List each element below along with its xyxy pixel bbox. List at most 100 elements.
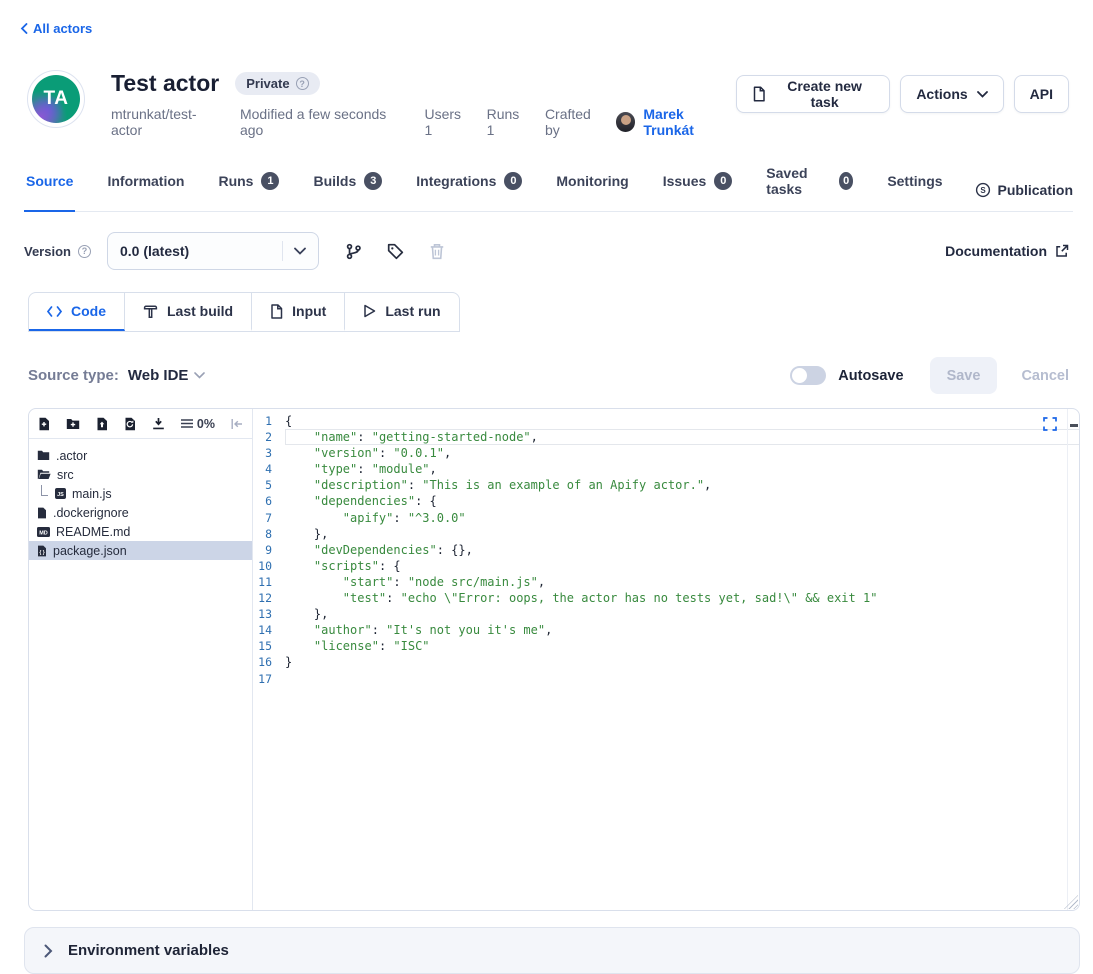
tab-label: Builds [313,173,356,189]
line-number: 1 [253,413,285,429]
code-text: "test": "echo \"Error: oops, the actor h… [285,590,1079,606]
version-help-icon[interactable]: ? [78,245,91,258]
subtab-input[interactable]: Input [252,293,345,331]
actions-button[interactable]: Actions [900,75,1003,113]
line-number: 6 [253,493,285,509]
runs-count: Runs 1 [487,106,530,138]
tab-builds[interactable]: Builds3 [311,165,384,212]
help-icon[interactable]: ? [296,77,309,90]
tab-label: Monitoring [556,173,628,189]
file-tree-item-src[interactable]: src [29,465,252,484]
create-new-task-button[interactable]: Create new task [736,75,890,113]
code-line[interactable]: 8 }, [253,526,1079,542]
code-line[interactable]: 17 [253,671,1079,687]
list-icon [181,419,193,429]
code-line[interactable]: 11 "start": "node src/main.js", [253,574,1079,590]
code-line[interactable]: 1{ [253,413,1079,429]
tab-label: Settings [887,173,942,189]
collapse-panel-button[interactable] [231,419,243,429]
users-count: Users 1 [425,106,472,138]
tab-settings[interactable]: Settings [885,165,944,212]
tab-monitoring[interactable]: Monitoring [554,165,630,212]
file-tree-item-readme-md[interactable]: MDREADME.md [29,522,252,541]
actions-label: Actions [916,86,967,102]
code-line[interactable]: 14 "author": "It's not you it's me", [253,622,1079,638]
code-line[interactable]: 7 "apify": "^3.0.0" [253,510,1079,526]
file-tree-item-dockerignore[interactable]: .dockerignore [29,503,252,522]
hammer-icon [143,304,158,319]
tab-runs[interactable]: Runs1 [216,165,281,212]
version-row: Version ? 0.0 (latest) Documentation [24,232,1069,270]
subtab-last-run[interactable]: Last run [345,293,458,331]
git-branch-button[interactable] [345,243,362,260]
delete-version-button[interactable] [429,243,445,260]
tab-issues[interactable]: Issues0 [661,165,735,212]
subtab-label: Code [71,303,106,319]
back-link-all-actors[interactable]: All actors [20,21,92,36]
tab-saved-tasks[interactable]: Saved tasks0 [764,165,855,212]
api-button[interactable]: API [1014,75,1069,113]
upload-file-button[interactable] [96,417,108,431]
source-type-bar: Source type: Web IDE Autosave Save Cance… [28,357,1069,394]
author-link[interactable]: Marek Trunkát [643,106,736,138]
code-text: }, [285,526,1079,542]
file-tree-item-package-json[interactable]: { }package.json [29,541,252,560]
autosave-toggle[interactable] [790,366,826,385]
code-text: "version": "0.0.1", [285,445,1079,461]
new-folder-button[interactable] [66,418,80,430]
tab-integrations[interactable]: Integrations0 [414,165,524,212]
download-button[interactable] [152,417,165,430]
file-name: src [57,468,74,482]
tab-source[interactable]: Source [24,165,75,212]
editor-scrollbar[interactable] [1067,409,1079,910]
scrollbar-thumb[interactable] [1070,424,1078,427]
environment-variables-section[interactable]: Environment variables [24,927,1080,974]
subtab-label: Last run [385,303,440,319]
subtab-code[interactable]: Code [29,293,125,331]
save-button[interactable]: Save [930,357,998,394]
file-tree-item-actor[interactable]: .actor [29,446,252,465]
subtab-label: Last build [167,303,233,319]
line-number: 16 [253,654,285,670]
documentation-link[interactable]: Documentation [945,243,1069,259]
code-line[interactable]: 9 "devDependencies": {}, [253,542,1079,558]
tab-publication[interactable]: S Publication [975,182,1073,211]
tab-information[interactable]: Information [105,165,186,212]
line-number: 13 [253,606,285,622]
source-type-label: Source type: [28,367,119,384]
documentation-label: Documentation [945,243,1047,259]
code-line[interactable]: 10 "scripts": { [253,558,1079,574]
create-new-task-label: Create new task [775,78,874,110]
code-pane[interactable]: 1{2 "name": "getting-started-node",3 "ve… [253,409,1079,910]
code-line[interactable]: 3 "version": "0.0.1", [253,445,1079,461]
code-line[interactable]: 15 "license": "ISC" [253,638,1079,654]
version-select[interactable]: 0.0 (latest) [107,232,319,270]
line-number: 15 [253,638,285,654]
code-line[interactable]: 16} [253,654,1079,670]
tab-badge: 0 [839,172,853,190]
actor-header: TA Test actor Private ? mtrunkat/test-ac… [27,70,1069,138]
file-toolbar: 0% [29,409,252,439]
autosave-label: Autosave [838,368,903,384]
code-line[interactable]: 6 "dependencies": { [253,493,1079,509]
editor-subtabs: Code Last build Input Last run [28,292,460,332]
version-label: Version [24,244,71,259]
rename-file-button[interactable] [124,417,136,431]
cancel-button[interactable]: Cancel [1021,368,1069,384]
code-line[interactable]: 13 }, [253,606,1079,622]
code-line[interactable]: 12 "test": "echo \"Error: oops, the acto… [253,590,1079,606]
file-list: .actor src JSmain.js.dockerignoreMDREADME.… [29,439,252,560]
modified-timestamp: Modified a few seconds ago [240,106,410,138]
tag-button[interactable] [387,243,404,260]
file-tree-item-main-js[interactable]: JSmain.js [29,484,252,503]
fullscreen-button[interactable] [1043,417,1057,434]
subtab-last-build[interactable]: Last build [125,293,252,331]
private-badge-label: Private [246,76,289,91]
new-file-button[interactable] [38,417,50,431]
code-line[interactable]: 2 "name": "getting-started-node", [253,429,1079,445]
publication-label: Publication [998,182,1073,198]
source-type-select[interactable]: Web IDE [128,367,206,384]
code-line[interactable]: 5 "description": "This is an example of … [253,477,1079,493]
line-number: 12 [253,590,285,606]
code-line[interactable]: 4 "type": "module", [253,461,1079,477]
